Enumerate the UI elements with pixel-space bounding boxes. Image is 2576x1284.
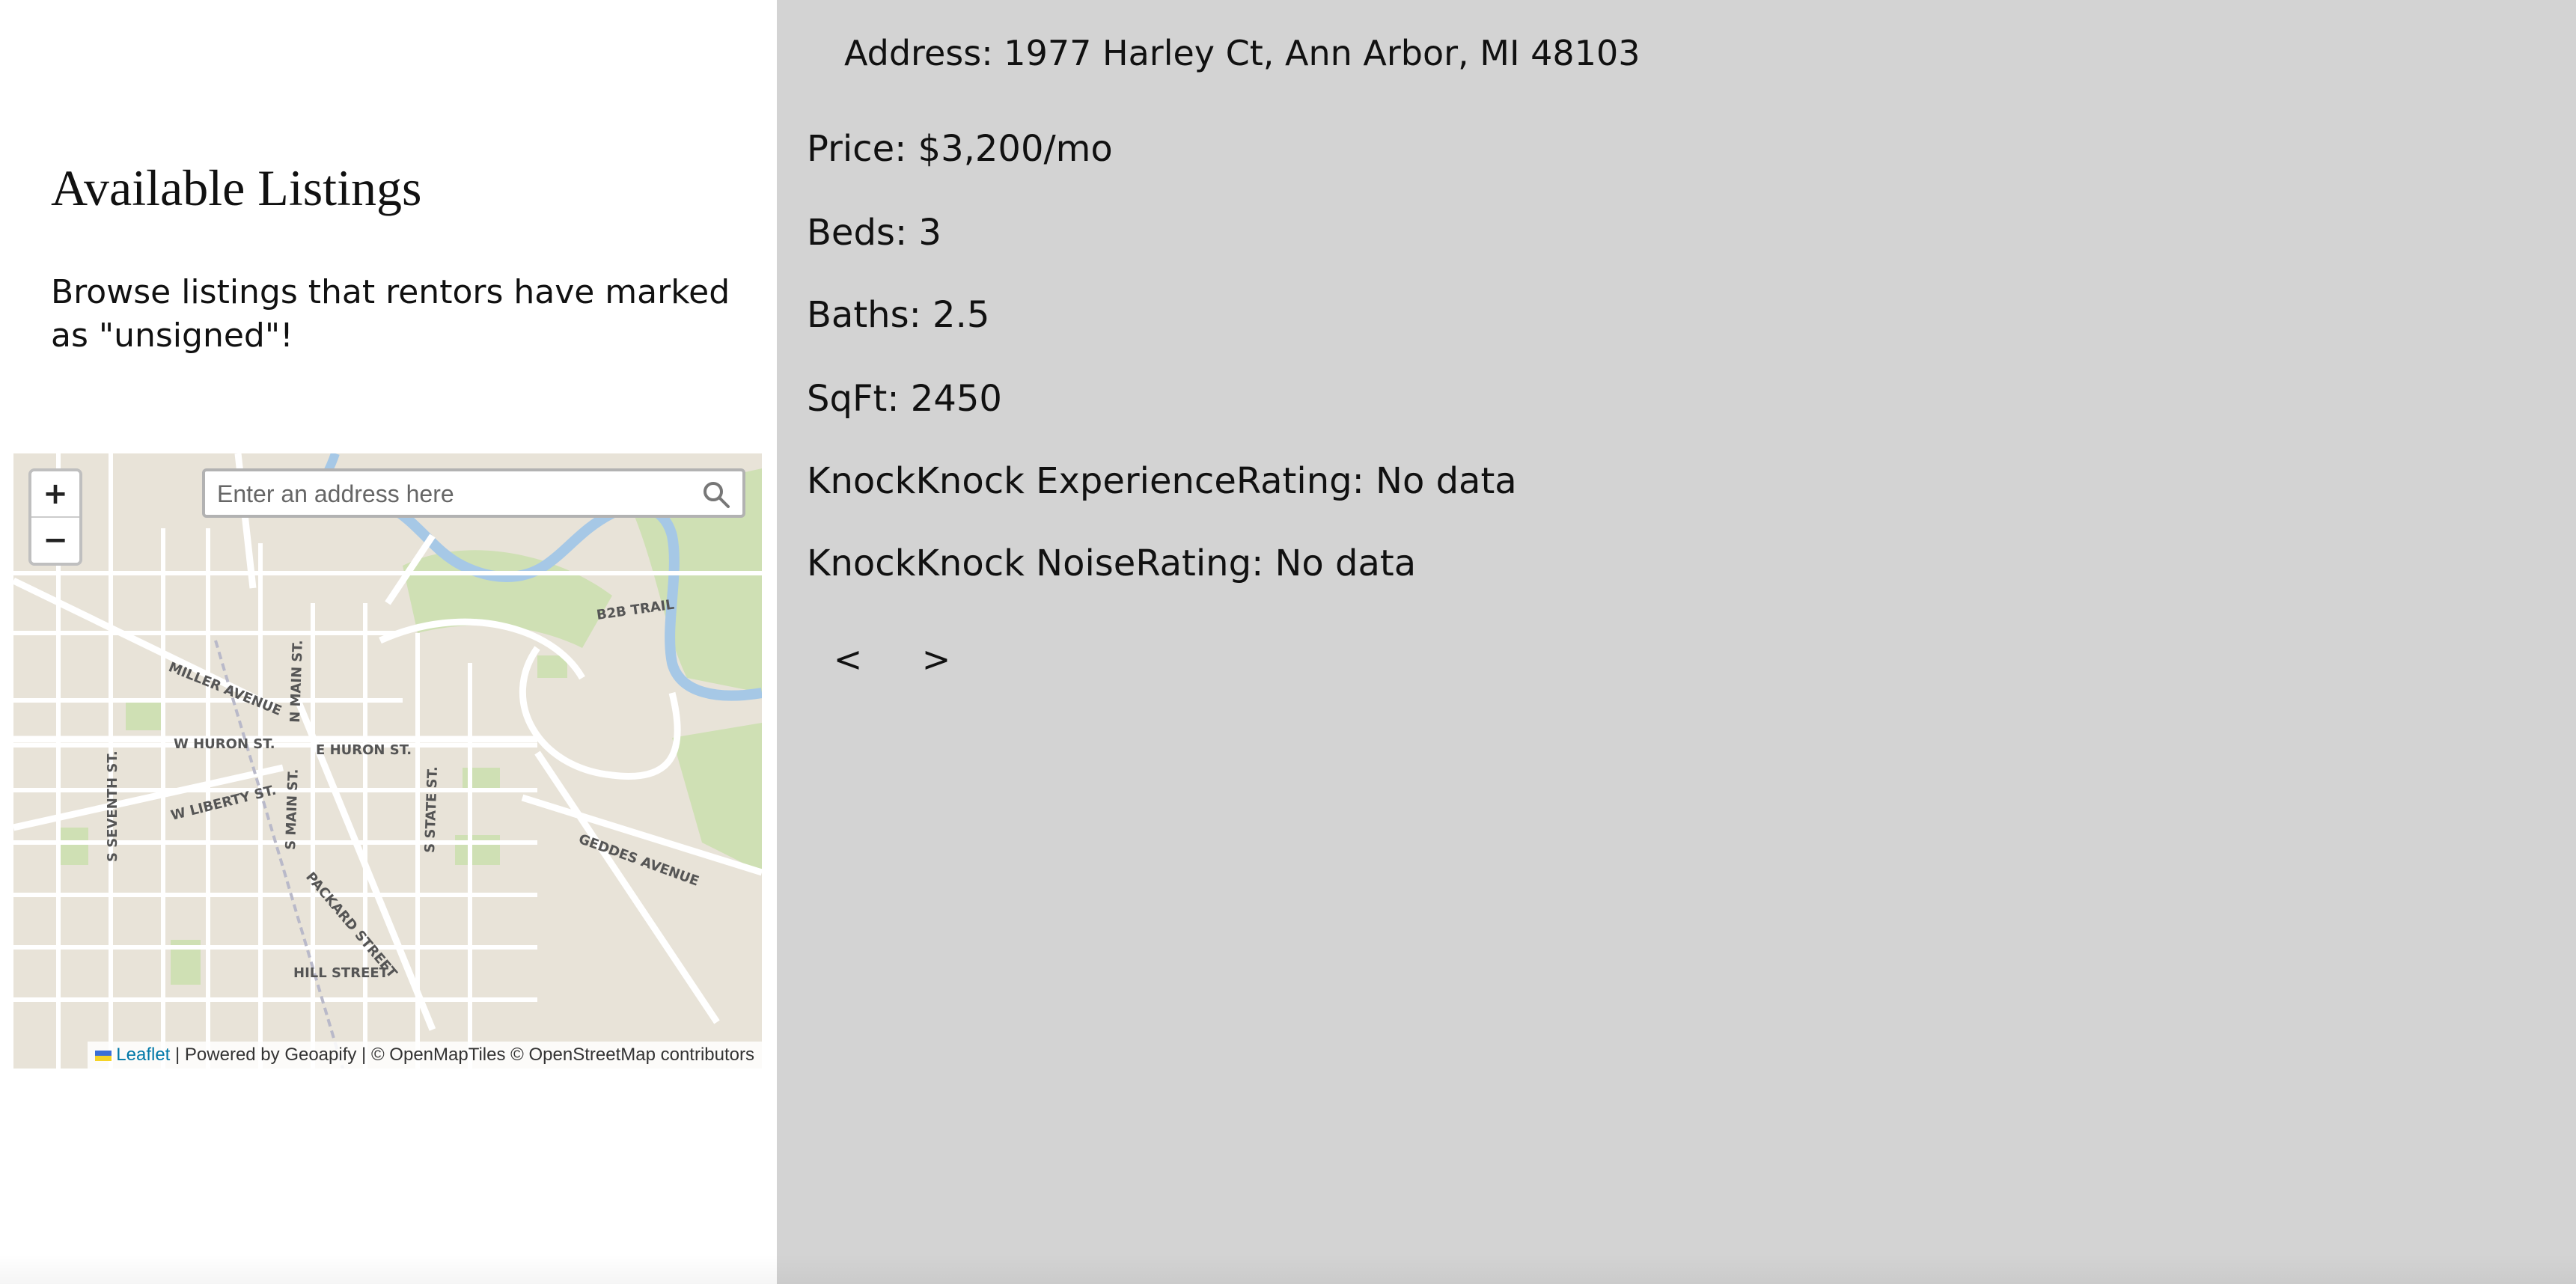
park-area [58, 828, 88, 865]
street-label: HILL STREET [293, 965, 389, 981]
listing-noise-rating: KnockKnock NoiseRating: No data [807, 542, 1417, 584]
listing-baths: Baths: 2.5 [807, 294, 990, 336]
left-panel: Available Listings Browse listings that … [0, 0, 777, 1284]
street-label: E HURON ST. [316, 742, 412, 758]
page-title: Available Listings [51, 159, 422, 216]
zoom-in-button[interactable]: + [31, 471, 79, 516]
listing-experience-rating: KnockKnock ExperienceRating: No data [807, 460, 1517, 502]
address-search [202, 468, 745, 518]
map-attribution: Leaflet | Powered by Geoapify | © OpenMa… [88, 1042, 762, 1069]
search-icon[interactable] [701, 479, 732, 510]
park-area [126, 700, 163, 730]
street-label: S STATE ST. [422, 766, 441, 853]
listing-price: Price: $3,200/mo [807, 128, 1113, 170]
street-label: N MAIN ST. [287, 640, 306, 723]
listing-sqft: SqFt: 2450 [807, 378, 1002, 420]
street-label: W HURON ST. [174, 736, 275, 752]
park-area [455, 835, 500, 865]
address-search-input[interactable] [216, 474, 668, 513]
map[interactable]: B2B TRAIL MILLER AVENUE N MAIN ST. W HUR… [13, 453, 762, 1069]
ukraine-flag-icon [95, 1050, 112, 1061]
zoom-out-button[interactable]: − [31, 516, 79, 563]
bottom-shadow [0, 1254, 2576, 1284]
next-listing-button[interactable]: > [910, 633, 962, 685]
listing-beds: Beds: 3 [807, 212, 941, 254]
street-label: S SEVENTH ST. [105, 750, 120, 862]
listing-address: Address: 1977 Harley Ct, Ann Arbor, MI 4… [844, 33, 1640, 73]
listing-panel: Address: 1977 Harley Ct, Ann Arbor, MI 4… [777, 0, 2576, 1284]
prev-listing-button[interactable]: < [822, 633, 874, 685]
attribution-text: | Powered by Geoapify | © OpenMapTiles ©… [170, 1045, 754, 1065]
zoom-control: + − [28, 468, 82, 566]
street-label: S MAIN ST. [283, 768, 302, 850]
page-subtitle: Browse listings that rentors have marked… [51, 273, 730, 355]
map-tiles[interactable]: B2B TRAIL MILLER AVENUE N MAIN ST. W HUR… [13, 453, 762, 1069]
leaflet-link[interactable]: Leaflet [116, 1045, 170, 1065]
